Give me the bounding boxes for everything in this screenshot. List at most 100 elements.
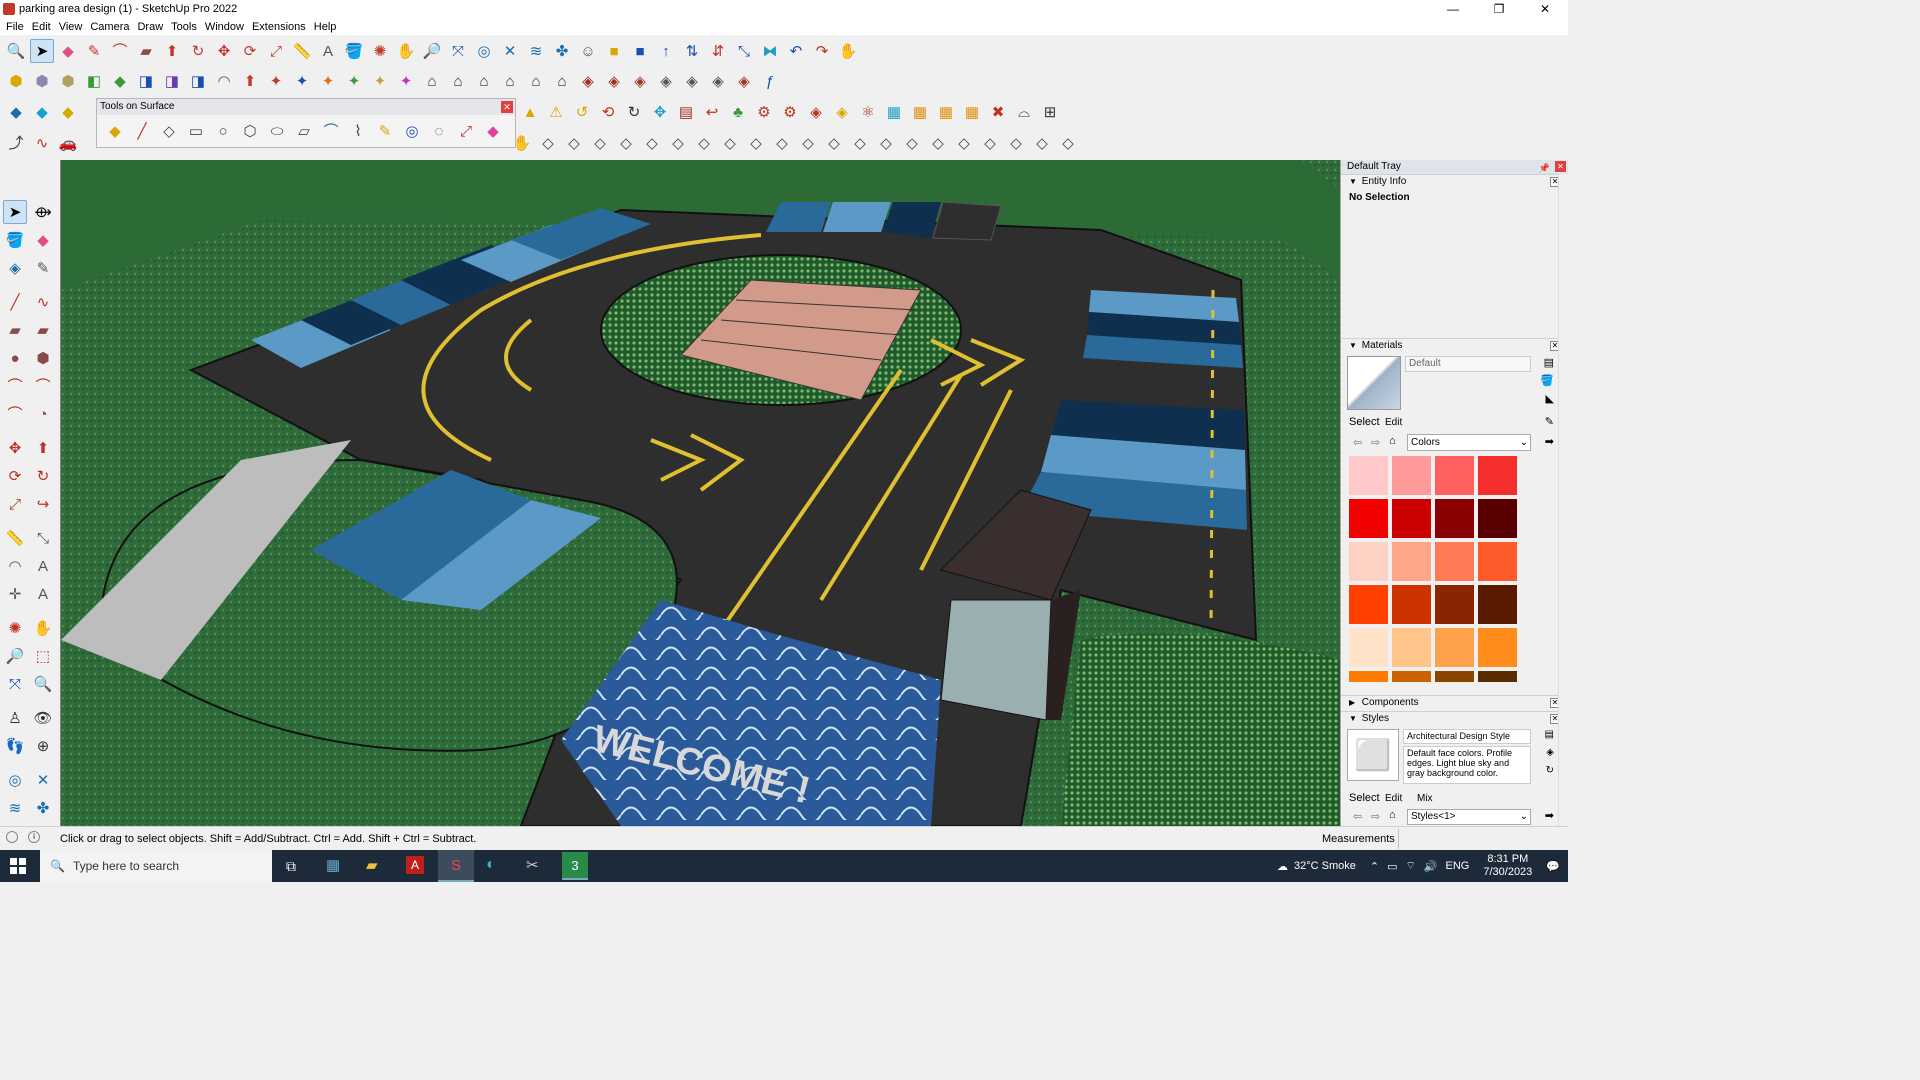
two-point-arc-icon[interactable]: ⌒ <box>31 374 55 398</box>
dimension-tool-icon[interactable]: ⤡ <box>31 526 55 550</box>
drape-icon[interactable]: ◈ <box>680 69 704 93</box>
shape-5-icon[interactable]: ◇ <box>640 131 664 155</box>
model-viewport[interactable]: WELCOME ! <box>60 160 1340 826</box>
menu-edit[interactable]: Edit <box>30 21 57 33</box>
tos-circle-icon[interactable]: ○ <box>211 119 235 143</box>
move-tool-icon[interactable]: ✥ <box>3 436 27 460</box>
warehouse-icon[interactable]: ◎ <box>472 39 496 63</box>
entity-info-header[interactable]: ▼ Entity Info ✕ <box>1341 174 1568 188</box>
line-icon[interactable]: ╱ <box>3 290 27 314</box>
tape-measure-icon[interactable]: 📏 <box>290 39 314 63</box>
wifi-icon[interactable]: ⌔ <box>1405 859 1415 873</box>
previous-view-icon[interactable]: 🔍 <box>31 672 55 696</box>
grid-dark-icon[interactable]: ⊞ <box>1038 100 1062 124</box>
material-swatch[interactable] <box>1392 542 1431 581</box>
make-component-icon[interactable]: ⟴ <box>31 200 55 224</box>
material-paint-icon[interactable]: 🪣 <box>1540 374 1554 387</box>
component-cyan-icon[interactable]: ◆ <box>30 100 54 124</box>
tree-icon[interactable]: ♣ <box>726 100 750 124</box>
forward-arrow-icon[interactable]: ⇨ <box>1371 436 1380 449</box>
paint-bucket-icon[interactable]: 🪣 <box>342 39 366 63</box>
tos-ellipse-icon[interactable]: ⬭ <box>265 119 289 143</box>
loop-icon[interactable]: ↺ <box>570 100 594 124</box>
material-swatch[interactable] <box>1349 671 1388 682</box>
material-preview-swatch[interactable] <box>1347 356 1401 410</box>
shape-11-icon[interactable]: ◇ <box>796 131 820 155</box>
axes-tool-icon[interactable]: ✛ <box>3 582 27 606</box>
hand-icon[interactable]: ✋ <box>836 39 860 63</box>
paint-icon[interactable]: 🪣 <box>3 228 27 252</box>
zoom-icon[interactable]: 🔎 <box>420 39 444 63</box>
protractor-icon[interactable]: ◠ <box>3 554 27 578</box>
3d-text-icon[interactable]: A <box>31 582 55 606</box>
section-plane-tool-icon[interactable]: ⊕ <box>31 734 55 758</box>
material-swatch[interactable] <box>1392 499 1431 538</box>
tos-parallelogram-icon[interactable]: ▱ <box>292 119 316 143</box>
styles-tab-select[interactable]: Select <box>1349 792 1380 804</box>
follow-me-tool-icon[interactable]: ↻ <box>31 464 55 488</box>
position-camera-icon[interactable]: ♙ <box>3 706 27 730</box>
rotated-rect-icon[interactable]: ▰ <box>31 318 55 342</box>
tag-icon[interactable]: ◈ <box>3 256 27 280</box>
style-name-field[interactable]: Architectural Design Style <box>1403 729 1531 744</box>
wireframe-icon[interactable]: ⬢ <box>56 69 80 93</box>
dim-magenta-icon[interactable]: ✦ <box>394 69 418 93</box>
app-icon-green[interactable]: 3 <box>562 852 588 880</box>
dim-yellow-icon[interactable]: ✦ <box>368 69 392 93</box>
3d-warehouse-icon[interactable]: ◎ <box>3 768 27 792</box>
back-arrow-icon[interactable]: ⇦ <box>1353 436 1362 449</box>
cube-gold-icon[interactable]: ◈ <box>830 100 854 124</box>
tos-line-icon[interactable]: ╱ <box>130 119 154 143</box>
component-blue-icon[interactable]: ◆ <box>4 100 28 124</box>
view-top-icon[interactable]: ⌂ <box>446 69 470 93</box>
details-arrow-icon[interactable]: ➡ <box>1545 435 1554 448</box>
menu-draw[interactable]: Draw <box>135 21 169 33</box>
view-left-icon[interactable]: ⌂ <box>550 69 574 93</box>
windows-start-icon[interactable] <box>10 858 26 874</box>
flip-edge-icon[interactable]: ◈ <box>732 69 756 93</box>
circle-icon[interactable]: ● <box>3 346 27 370</box>
styles-header[interactable]: ▼ Styles ✕ <box>1341 711 1568 725</box>
add-detail-icon[interactable]: ◈ <box>706 69 730 93</box>
zoom-extents-tool-icon[interactable]: ⤧ <box>3 672 27 696</box>
shape-21-icon[interactable]: ◇ <box>1056 131 1080 155</box>
shape-3-icon[interactable]: ◇ <box>588 131 612 155</box>
menu-help[interactable]: Help <box>312 21 343 33</box>
arc-tool-icon[interactable]: ⌒ <box>3 374 27 398</box>
menu-extensions[interactable]: Extensions <box>250 21 312 33</box>
rectangle-icon[interactable]: ▰ <box>134 39 158 63</box>
shape-17-icon[interactable]: ◇ <box>952 131 976 155</box>
material-name-field[interactable]: Default <box>1405 356 1531 372</box>
move-multi-icon[interactable]: ✥ <box>648 100 672 124</box>
tape-icon[interactable]: ✎ <box>31 256 55 280</box>
file-explorer-icon[interactable]: ▰ <box>366 856 378 874</box>
monochrome-icon[interactable]: ◨ <box>160 69 184 93</box>
rotate-tool-icon[interactable]: ⟳ <box>3 464 27 488</box>
tape-measure-tool-icon[interactable]: 📏 <box>3 526 27 550</box>
bezier-icon[interactable]: ⤴ <box>4 131 28 155</box>
styles-tab-mix[interactable]: Mix <box>1417 793 1433 804</box>
shape-19-icon[interactable]: ◇ <box>1004 131 1028 155</box>
shape-2-icon[interactable]: ◇ <box>562 131 586 155</box>
dim-red-icon[interactable]: ✦ <box>264 69 288 93</box>
calculator-icon[interactable]: ▦ <box>326 856 340 874</box>
material-swatch[interactable] <box>1392 456 1431 495</box>
view-front-icon[interactable]: ⌂ <box>472 69 496 93</box>
look-around-icon[interactable]: 👁 <box>31 706 55 730</box>
materials-tab-select[interactable]: Select <box>1349 416 1380 428</box>
shape-9-icon[interactable]: ◇ <box>744 131 768 155</box>
tools-on-surface-close-button[interactable]: ✕ <box>501 101 513 113</box>
dim-blue-icon[interactable]: ✦ <box>290 69 314 93</box>
section-plane-icon[interactable]: ■ <box>602 39 626 63</box>
crowd-icon[interactable]: ⚛ <box>856 100 880 124</box>
move-icon[interactable]: ✥ <box>212 39 236 63</box>
taskbar-search-box[interactable]: 🔍 Type here to search <box>40 850 272 882</box>
tos-rectangle-icon[interactable]: ▭ <box>184 119 208 143</box>
maximize-button[interactable]: ❐ <box>1476 0 1522 18</box>
tos-arc-icon[interactable]: ⌒ <box>319 119 343 143</box>
edge-icon[interactable]: ◐ <box>486 856 496 874</box>
menu-view[interactable]: View <box>57 21 89 33</box>
tos-construction-icon[interactable]: ◌ <box>427 119 451 143</box>
menu-tools[interactable]: Tools <box>169 21 203 33</box>
style-thumbnail[interactable]: ⬜ <box>1347 729 1399 781</box>
